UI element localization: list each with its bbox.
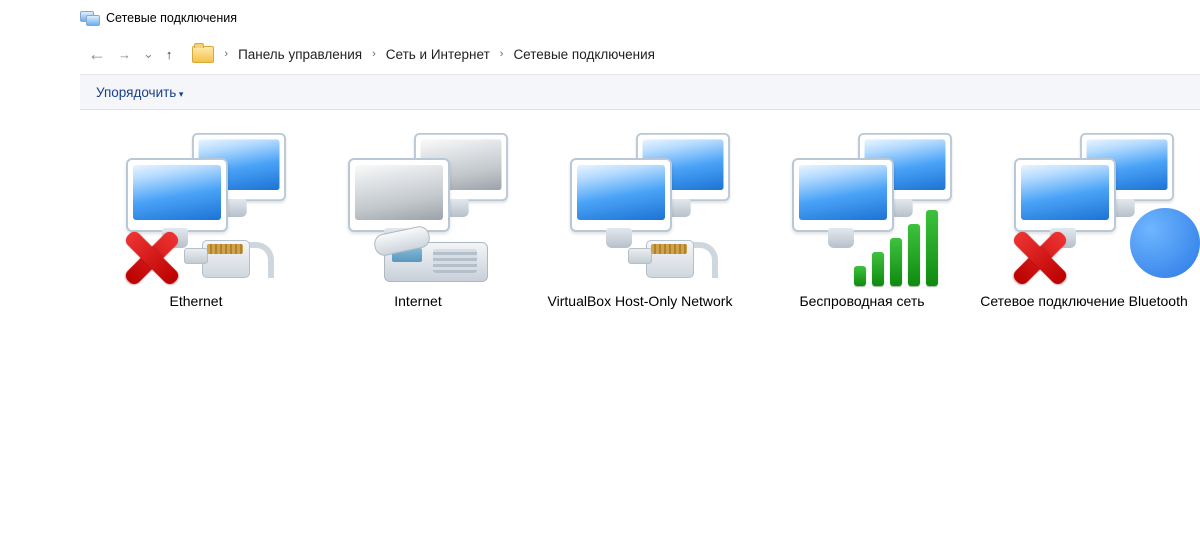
disconnected-x-icon xyxy=(116,230,178,288)
connection-internet[interactable]: Internet xyxy=(312,122,524,311)
connection-label: Ethernet xyxy=(170,292,223,311)
connection-ethernet[interactable]: Ethernet xyxy=(90,122,302,311)
connection-label: Internet xyxy=(394,292,441,311)
network-connections-icon xyxy=(80,11,98,25)
address-bar[interactable]: › Панель управления › Сеть и Интернет › … xyxy=(186,41,1200,67)
bluetooth-icon xyxy=(1130,208,1200,278)
nav-buttons: ← → ⌄ ↑ xyxy=(80,44,172,65)
connection-virtualbox-hostonly[interactable]: VirtualBox Host-Only Network xyxy=(534,122,746,311)
breadcrumb-separator: › xyxy=(372,48,376,60)
ethernet-plug-icon xyxy=(184,216,270,286)
connections-list: Ethernet Internet VirtualBox Host- xyxy=(80,110,1200,323)
title-bar: Сетевые подключения xyxy=(80,0,1200,34)
up-button[interactable]: ↑ xyxy=(166,47,173,62)
disconnected-x-icon xyxy=(1004,230,1066,288)
dialup-phone-icon xyxy=(376,210,496,290)
network-adapter-icon xyxy=(772,122,952,292)
breadcrumb-network-internet[interactable]: Сеть и Интернет xyxy=(386,47,490,62)
network-adapter-icon xyxy=(994,122,1174,292)
network-adapter-icon xyxy=(106,122,286,292)
forward-button[interactable]: → xyxy=(118,47,131,62)
breadcrumb-separator: › xyxy=(500,48,504,60)
wifi-signal-icon xyxy=(854,210,938,286)
control-panel-icon xyxy=(192,46,214,63)
organize-button[interactable]: Упорядочить xyxy=(96,85,183,100)
breadcrumb-network-connections[interactable]: Сетевые подключения xyxy=(513,47,655,62)
navigation-bar: ← → ⌄ ↑ › Панель управления › Сеть и Инт… xyxy=(80,34,1200,75)
network-adapter-icon xyxy=(328,122,508,292)
history-dropdown[interactable]: ⌄ xyxy=(143,46,154,62)
network-connections-window: Сетевые подключения ← → ⌄ ↑ › Панель упр… xyxy=(0,0,1200,540)
connection-label: Сетевое подключение Bluetooth xyxy=(980,292,1188,311)
toolbar: Упорядочить xyxy=(80,75,1200,110)
breadcrumb-separator: › xyxy=(224,48,228,60)
breadcrumb-control-panel[interactable]: Панель управления xyxy=(238,47,362,62)
connection-label: Беспроводная сеть xyxy=(799,292,924,311)
connection-bluetooth[interactable]: Сетевое подключение Bluetooth xyxy=(978,122,1190,311)
connection-wireless[interactable]: Беспроводная сеть xyxy=(756,122,968,311)
ethernet-plug-icon xyxy=(628,216,714,286)
window-title: Сетевые подключения xyxy=(106,11,237,25)
back-button[interactable]: ← xyxy=(88,44,106,65)
network-adapter-icon xyxy=(550,122,730,292)
connection-label: VirtualBox Host-Only Network xyxy=(548,292,733,311)
